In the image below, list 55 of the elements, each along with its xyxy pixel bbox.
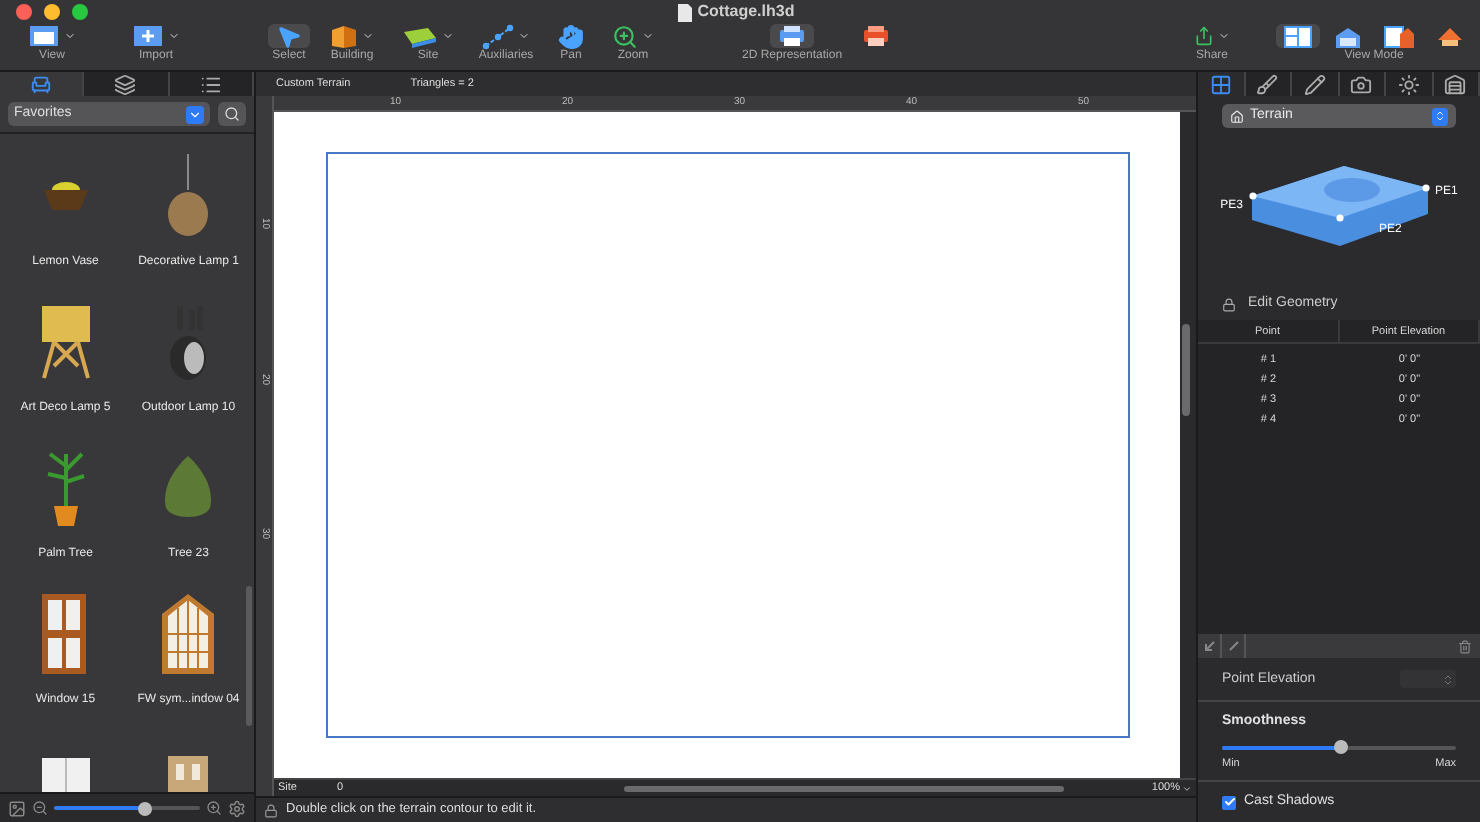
dropdown-arrow-icon bbox=[186, 105, 204, 123]
zoom-slider[interactable] bbox=[54, 800, 200, 816]
caret-icon bbox=[1182, 783, 1192, 793]
window-title: Cottage.lh3d bbox=[697, 0, 795, 24]
split-view-icon bbox=[1384, 25, 1414, 47]
lock-icon bbox=[264, 803, 278, 817]
floor-lamp-drawing bbox=[37, 302, 94, 382]
search-icon bbox=[224, 106, 240, 122]
inspector-tab[interactable] bbox=[1198, 72, 1245, 96]
sun-icon bbox=[1397, 73, 1420, 95]
window-icon bbox=[28, 24, 60, 48]
library-tab[interactable] bbox=[0, 72, 85, 96]
grid-icon bbox=[1209, 73, 1232, 95]
zoom-out-icon bbox=[32, 800, 48, 816]
printer-icon bbox=[778, 24, 807, 48]
elevation-field[interactable] bbox=[1400, 670, 1456, 689]
scrollbar-thumb bbox=[1182, 324, 1190, 416]
zoom-icon bbox=[612, 23, 638, 49]
smoothness-slider[interactable] bbox=[1222, 739, 1456, 756]
lock-icon bbox=[1222, 297, 1236, 311]
checkbox[interactable] bbox=[1222, 795, 1236, 809]
trash-icon bbox=[1458, 639, 1472, 654]
garage-icon bbox=[1444, 73, 1467, 95]
layers-icon bbox=[114, 73, 137, 95]
stepper-icon bbox=[1432, 107, 1448, 125]
settings-icon bbox=[228, 799, 246, 817]
zoom-in-icon bbox=[206, 800, 222, 816]
minimize-window-button[interactable] bbox=[44, 4, 60, 20]
document-icon bbox=[677, 3, 692, 21]
caret-icon bbox=[1218, 30, 1230, 42]
scrollbar-thumb bbox=[246, 586, 252, 726]
dots-line-icon bbox=[482, 23, 514, 49]
zoom-window-button[interactable] bbox=[72, 4, 88, 20]
camera-icon bbox=[1350, 73, 1373, 95]
plan-icon bbox=[1284, 25, 1312, 47]
view-mode-button[interactable] bbox=[1276, 24, 1320, 48]
fruit-bowl-drawing bbox=[39, 178, 92, 214]
share-icon bbox=[1194, 26, 1214, 46]
pendant-lamp-drawing bbox=[166, 154, 211, 238]
close-window-button[interactable] bbox=[16, 4, 32, 20]
house-icon bbox=[1334, 25, 1362, 47]
pointer-icon bbox=[276, 23, 302, 49]
armchair-icon bbox=[30, 73, 53, 95]
search-button[interactable] bbox=[218, 102, 246, 126]
roof-icon bbox=[1436, 25, 1464, 47]
toolbar-button[interactable] bbox=[770, 24, 815, 48]
printer-icon bbox=[862, 24, 891, 48]
import-icon bbox=[132, 24, 164, 48]
door-drawing bbox=[166, 754, 211, 792]
brush-icon bbox=[1256, 73, 1279, 95]
building-icon bbox=[330, 23, 358, 49]
pencil-icon bbox=[1303, 73, 1326, 95]
arrow-icon bbox=[1203, 640, 1215, 653]
image-icon bbox=[8, 799, 26, 817]
pan-icon bbox=[558, 23, 584, 49]
